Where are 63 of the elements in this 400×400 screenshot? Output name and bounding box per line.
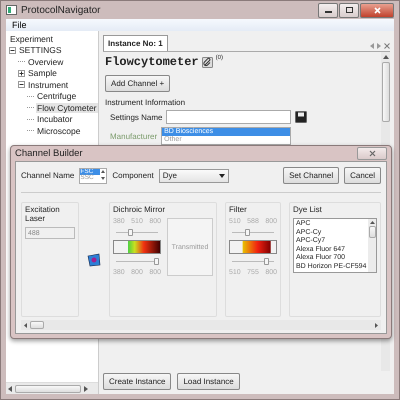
field-label: Channel Name: [21, 171, 74, 180]
slider-thumb[interactable]: [244, 229, 250, 236]
app-icon: [6, 5, 17, 15]
scrollbar-thumb[interactable]: [382, 62, 390, 122]
group-title: Filter: [229, 205, 248, 214]
settings-name-field[interactable]: [166, 110, 292, 124]
expand-icon[interactable]: [18, 70, 25, 77]
save-icon[interactable]: [295, 111, 308, 123]
spectrum-bar: [229, 240, 277, 254]
collapse-icon[interactable]: [9, 46, 16, 54]
minimize-button[interactable]: [318, 2, 338, 18]
tree-item[interactable]: Centrifuge: [36, 91, 78, 102]
add-channel-button[interactable]: Add Channel +: [105, 75, 170, 92]
scrollbar-thumb[interactable]: [30, 321, 44, 329]
close-icon: [374, 6, 380, 14]
dialog-button[interactable]: Set Channel: [283, 167, 340, 184]
scroll-right-icon[interactable]: [375, 322, 378, 328]
tree-item[interactable]: Microscope: [36, 126, 82, 136]
collapse-icon[interactable]: [18, 81, 25, 88]
scroll-right-icon[interactable]: [84, 386, 88, 392]
group-title: Dye List: [293, 205, 323, 214]
tree-item[interactable]: Overview: [27, 56, 64, 67]
component-dropdown[interactable]: Dye: [158, 168, 229, 182]
close-button[interactable]: [360, 2, 394, 18]
group-title: Dichroic Mirror: [113, 205, 166, 214]
tab[interactable]: Instance No: 1: [103, 35, 168, 51]
dialog-button[interactable]: Cancel: [344, 167, 381, 184]
field-label: Manufacturer: [110, 132, 158, 140]
window-title: ProtocolNavigator: [21, 4, 100, 16]
spectrum-bar: [113, 240, 161, 254]
group-title: Instrument Information: [105, 98, 186, 107]
paperclip-icon[interactable]: [202, 56, 213, 68]
slider-thumb[interactable]: [128, 229, 133, 236]
scroll-up-icon[interactable]: [382, 55, 388, 59]
footer-button[interactable]: Load Instance: [177, 373, 240, 390]
menu-item[interactable]: File: [9, 20, 30, 30]
prism-icon: [87, 252, 101, 266]
slider-thumb[interactable]: [264, 258, 269, 265]
field-label: Component: [112, 171, 154, 180]
scrollbar-thumb[interactable]: [15, 384, 81, 392]
scroll-left-icon[interactable]: [8, 386, 12, 392]
tree-item[interactable]: Experiment: [9, 34, 54, 44]
group-title: Excitation Laser: [25, 205, 61, 223]
tree-item[interactable]: SETTINGS: [18, 45, 63, 56]
tree-item[interactable]: Flow Cytometer: [36, 102, 98, 113]
close-button[interactable]: [357, 147, 387, 160]
close-icon[interactable]: [384, 43, 390, 49]
scroll-up-icon[interactable]: [370, 221, 375, 224]
spin-arrows-icon[interactable]: [100, 168, 106, 180]
tree-item[interactable]: Sample: [27, 68, 58, 78]
scrollbar-thumb[interactable]: [368, 226, 376, 238]
dialog-title: Channel Builder: [15, 148, 83, 159]
instance-heading: Flowcytometer: [105, 55, 199, 69]
tree-item[interactable]: Instrument: [27, 80, 70, 90]
tree-item[interactable]: Incubator: [36, 114, 74, 124]
slider-thumb[interactable]: [154, 258, 159, 265]
close-icon: [368, 150, 376, 157]
field-label: Settings Name: [110, 112, 162, 122]
dropdown-arrow-icon: [218, 174, 225, 178]
footer-button[interactable]: Create Instance: [103, 373, 172, 390]
maximize-button[interactable]: [339, 2, 359, 18]
maximize-icon: [346, 7, 352, 13]
scroll-left-icon[interactable]: [24, 322, 27, 328]
